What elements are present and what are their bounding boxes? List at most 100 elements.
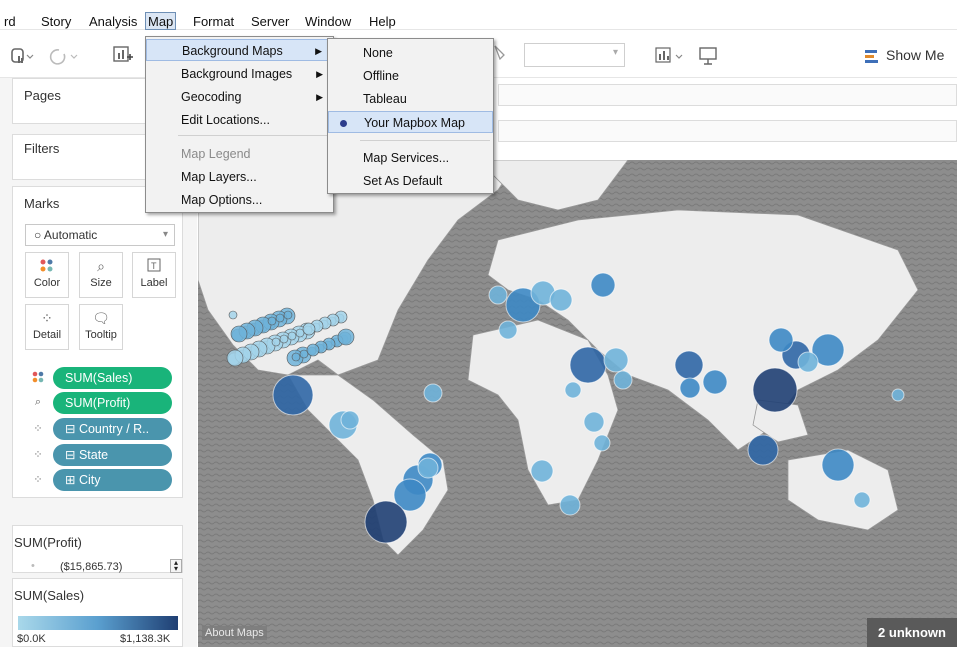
map-bubble[interactable] — [768, 327, 794, 353]
profit-legend-value: ($15,865.73) — [60, 561, 123, 573]
datasource-icon[interactable] — [10, 46, 34, 66]
menu-server[interactable]: Server — [249, 13, 291, 31]
map-bubble[interactable] — [498, 320, 518, 340]
columns-shelf[interactable] — [498, 84, 957, 106]
map-bubble[interactable] — [549, 288, 573, 312]
map-bubble[interactable] — [299, 349, 309, 359]
about-maps-link[interactable]: About Maps — [202, 626, 267, 640]
menu-item-map-options[interactable]: Map Options... — [146, 189, 333, 211]
map-bubble[interactable] — [679, 377, 701, 399]
menu-map[interactable]: Map — [145, 12, 177, 30]
map-bubble[interactable] — [230, 325, 248, 343]
menu-analysis[interactable]: Analysis — [87, 13, 139, 31]
map-bubble[interactable] — [853, 491, 871, 509]
submenu-item-your-mapbox-map[interactable]: Your Mapbox Map — [328, 111, 493, 133]
submenu-item-none[interactable]: None — [328, 42, 493, 64]
map-bubble[interactable] — [306, 343, 320, 357]
menu-item-map-layers[interactable]: Map Layers... — [146, 166, 333, 188]
submenu-item-offline[interactable]: Offline — [328, 65, 493, 87]
refresh-icon[interactable] — [45, 46, 85, 66]
menu-item-edit-locations[interactable]: Edit Locations... — [146, 109, 333, 131]
map-bubble[interactable] — [747, 434, 779, 466]
chevron-down-icon: ▾ — [162, 229, 168, 240]
map-bubble[interactable] — [272, 374, 314, 416]
map-bubble[interactable] — [287, 331, 297, 341]
map-bubble[interactable] — [891, 388, 905, 402]
legend-scroll-button[interactable]: ▴ ▾ — [170, 559, 182, 573]
map-bubble[interactable] — [291, 352, 301, 362]
map-bubble[interactable] — [337, 328, 355, 346]
new-worksheet-icon[interactable] — [112, 44, 134, 66]
menu-help[interactable]: Help — [367, 13, 398, 31]
menu-story[interactable]: Story — [39, 13, 73, 31]
map-bubble[interactable] — [295, 328, 305, 338]
marks-title: Marks — [24, 196, 60, 211]
map-bubble[interactable] — [752, 367, 798, 413]
map-bubble[interactable] — [797, 351, 819, 373]
menu-item-background-maps[interactable]: Background Maps ▶ — [146, 39, 333, 61]
show-cards-icon[interactable] — [655, 46, 689, 66]
menu-item-background-images[interactable]: Background Images ▶ — [146, 63, 333, 85]
map-bubble[interactable] — [821, 448, 855, 482]
menu-separator — [360, 140, 490, 141]
profit-legend-title: SUM(Profit) — [14, 535, 82, 550]
map-bubble[interactable] — [283, 310, 293, 320]
mark-type-value: Automatic — [43, 228, 98, 242]
text-label-icon: T — [133, 253, 175, 277]
menu-item-geocoding[interactable]: Geocoding ▶ — [146, 86, 333, 108]
map-bubble[interactable] — [302, 322, 316, 336]
submenu-item-set-as-default[interactable]: Set As Default — [328, 170, 493, 192]
unknown-indicator[interactable]: 2 unknown — [867, 618, 957, 647]
sales-legend-min: $0.0K — [17, 633, 46, 645]
map-bubble[interactable] — [590, 272, 616, 298]
pill-label: ⊟ Country / R.. — [53, 418, 172, 440]
menu-dashboard[interactable]: rd — [2, 13, 18, 31]
presentation-icon[interactable] — [698, 45, 720, 67]
map-bubble[interactable] — [702, 369, 728, 395]
map-bubble[interactable] — [488, 285, 508, 305]
submenu-item-map-services[interactable]: Map Services... — [328, 147, 493, 169]
circle-icon: ○ — [34, 228, 44, 242]
show-me-icon[interactable] — [864, 48, 880, 64]
map-bubble[interactable] — [530, 459, 554, 483]
pill-label: SUM(Sales) — [53, 367, 172, 389]
map-bubble[interactable] — [364, 500, 408, 544]
menu-item-map-legend: Map Legend — [181, 147, 251, 161]
map-bubble[interactable] — [228, 310, 238, 320]
show-me-label[interactable]: Show Me — [886, 47, 944, 63]
map-bubble[interactable] — [271, 337, 281, 347]
map-bubble[interactable] — [569, 346, 607, 384]
mark-type-dropdown[interactable]: ○ Automatic ▾ — [25, 224, 175, 246]
map-bubble[interactable] — [674, 350, 704, 380]
label-button[interactable]: T Label — [132, 252, 176, 298]
size-button[interactable]: ⌕ Size — [79, 252, 123, 298]
map-bubble[interactable] — [583, 411, 605, 433]
sales-legend-max: $1,138.3K — [120, 633, 171, 645]
rows-shelf[interactable] — [498, 120, 957, 142]
fit-dropdown[interactable] — [524, 43, 625, 67]
menu-window[interactable]: Window — [303, 13, 353, 31]
map-bubble[interactable] — [340, 410, 360, 430]
detail-icon: ⁘ — [33, 423, 43, 435]
map-bubble[interactable] — [564, 381, 582, 399]
highlight-icon[interactable] — [493, 44, 507, 64]
size-label: Size — [90, 277, 112, 289]
detail-button[interactable]: ⁘ Detail — [25, 304, 69, 350]
tooltip-button[interactable]: 🗨 Tooltip — [79, 304, 123, 350]
world-map[interactable] — [198, 160, 957, 647]
color-dots-icon — [30, 371, 46, 386]
map-bubble[interactable] — [559, 494, 581, 516]
map-bubble[interactable] — [279, 334, 289, 344]
pill-label: ⊞ City — [53, 469, 172, 491]
map-bubble[interactable] — [423, 383, 443, 403]
map-bubble[interactable] — [417, 457, 439, 479]
submenu-item-tableau[interactable]: Tableau — [328, 88, 493, 110]
map-bubble[interactable] — [603, 347, 629, 373]
map-bubble[interactable] — [613, 370, 633, 390]
map-bubble[interactable] — [593, 434, 611, 452]
menu-format[interactable]: Format — [191, 13, 236, 31]
map-bubble[interactable] — [267, 316, 277, 326]
map-bubble[interactable] — [226, 349, 244, 367]
map-bubble[interactable] — [275, 313, 285, 323]
color-button[interactable]: Color — [25, 252, 69, 298]
